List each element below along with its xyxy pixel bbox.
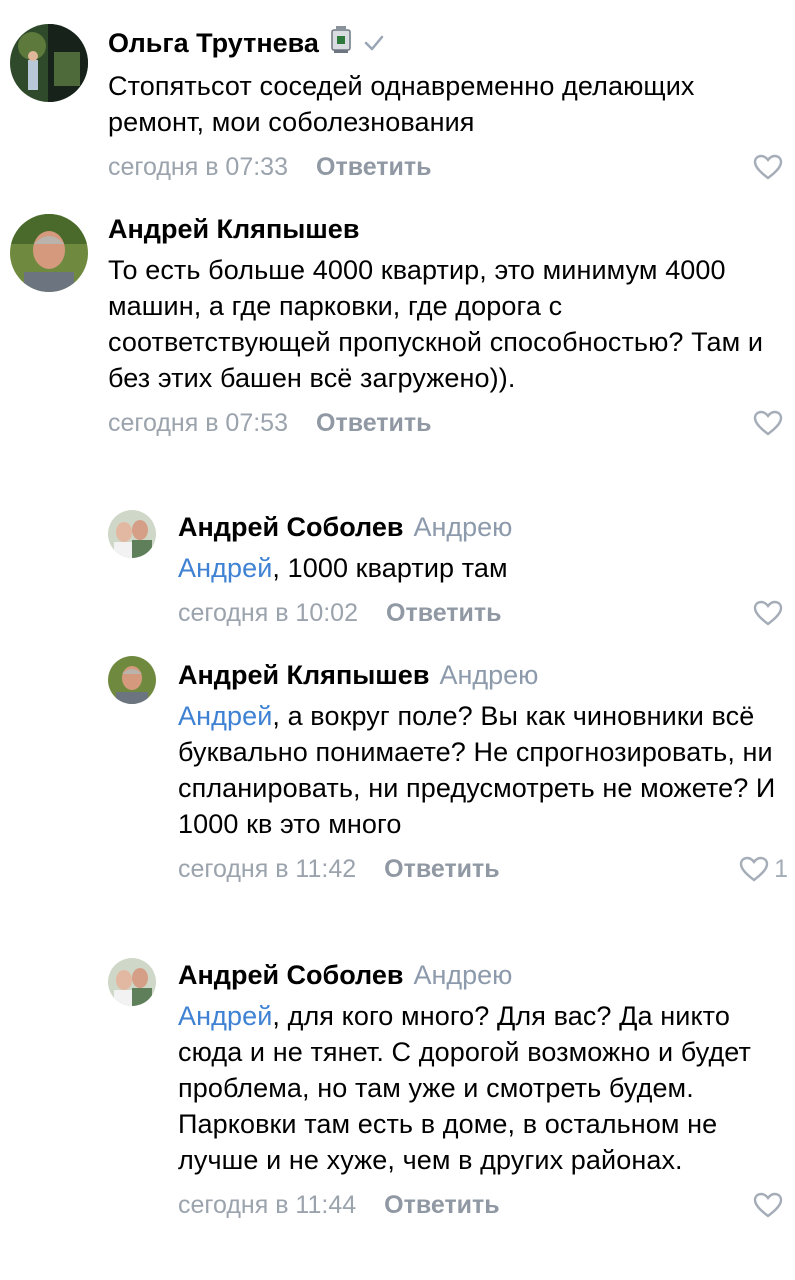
like-button[interactable]	[752, 599, 788, 627]
comment-text: Андрей, а вокруг поле? Вы как чиновники …	[178, 698, 778, 842]
author-name[interactable]: Андрей Кляпышев	[108, 212, 359, 246]
comment-meta: сегодня в 07:53 Ответить	[108, 406, 788, 440]
timestamp: сегодня в 07:53	[108, 409, 288, 437]
avatar[interactable]	[108, 510, 156, 558]
like-count: 1	[774, 855, 788, 883]
like-button[interactable]	[752, 1191, 788, 1219]
avatar[interactable]	[108, 958, 156, 1006]
author-name[interactable]: Ольга Трутнева	[108, 26, 319, 60]
mention-link[interactable]: Андрей	[178, 1001, 272, 1031]
timestamp: сегодня в 07:33	[108, 153, 288, 181]
reply-to-label[interactable]: Андрею	[413, 958, 512, 992]
comment-text-body: , 1000 квартир там	[272, 553, 508, 583]
author-name[interactable]: Андрей Соболев	[178, 510, 403, 544]
avatar[interactable]	[108, 656, 156, 704]
reply-button[interactable]: Ответить	[316, 406, 432, 440]
comment-text: То есть больше 4000 квартир, это минимум…	[108, 255, 764, 393]
heart-icon	[752, 1191, 784, 1219]
comment-meta: сегодня в 11:44 Ответить	[178, 1188, 788, 1222]
author-name[interactable]: Андрей Кляпышев	[178, 658, 429, 692]
reply-button[interactable]: Ответить	[386, 596, 502, 630]
like-button[interactable]	[752, 153, 788, 181]
reply-button[interactable]: Ответить	[384, 852, 500, 886]
like-button[interactable]: 1	[738, 852, 788, 886]
verified-check-icon	[363, 26, 385, 60]
reply-button[interactable]: Ответить	[316, 150, 432, 184]
reply-to-label[interactable]: Андрею	[413, 510, 512, 544]
coffee-machine-badge-icon	[329, 24, 353, 62]
reply-button[interactable]: Ответить	[384, 1188, 500, 1222]
timestamp: сегодня в 10:02	[178, 599, 358, 627]
author-name[interactable]: Андрей Соболев	[178, 958, 403, 992]
heart-icon	[752, 409, 784, 437]
reply-to-label[interactable]: Андрею	[439, 658, 538, 692]
comment-meta: сегодня в 07:33 Ответить	[108, 150, 788, 184]
timestamp: сегодня в 11:42	[178, 855, 357, 883]
heart-icon	[752, 599, 784, 627]
comments-feed: Ольга Трутнева Стопятьсот соседей однавр…	[0, 0, 795, 1280]
heart-icon	[752, 153, 784, 181]
comment-meta: сегодня в 10:02 Ответить	[178, 596, 788, 630]
mention-link[interactable]: Андрей	[178, 701, 272, 731]
comment-text: Андрей, 1000 квартир там	[178, 550, 773, 586]
like-button[interactable]	[752, 409, 788, 437]
comment-text: Андрей, для кого много? Для вас? Да никт…	[178, 998, 778, 1178]
heart-icon	[738, 855, 770, 883]
comment-text: Стопятьсот соседей однавременно делающих…	[108, 71, 695, 137]
mention-link[interactable]: Андрей	[178, 553, 272, 583]
comment-meta: сегодня в 11:42 Ответить 1	[178, 852, 788, 886]
timestamp: сегодня в 11:44	[178, 1191, 357, 1219]
avatar[interactable]	[10, 214, 88, 292]
avatar[interactable]	[10, 24, 88, 102]
